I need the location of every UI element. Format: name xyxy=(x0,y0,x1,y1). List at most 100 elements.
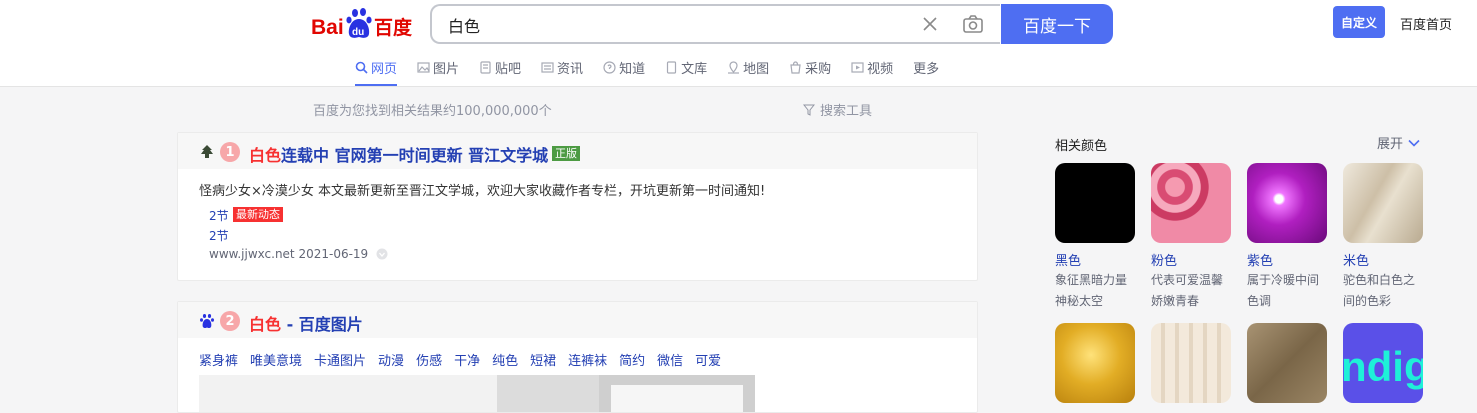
indigo-text-graphic: ndig xyxy=(1343,343,1423,390)
search-result-card: 2 白色 - 百度图片 紧身裤 唯美意境 卡通图片 动漫 伤感 干净 纯色 短裙… xyxy=(177,301,978,413)
tab-news[interactable]: 资讯 xyxy=(541,52,583,82)
video-icon xyxy=(851,61,864,73)
official-badge: 正版 xyxy=(552,146,580,161)
tab-label: 图片 xyxy=(433,61,460,77)
color-swatch-pink[interactable] xyxy=(1151,163,1231,243)
color-description: 代表可爱温馨娇嫩青春 xyxy=(1151,273,1224,308)
image-tag[interactable]: 纯色 xyxy=(492,350,518,369)
header-bar: Bai du 百度 百度一下 自定义 百度首页 网页 图片 xyxy=(0,0,1477,87)
tab-label: 贴吧 xyxy=(495,61,522,77)
image-tag[interactable]: 卡通图片 xyxy=(314,350,366,369)
result-rank-badge: 1 xyxy=(220,142,240,162)
result-description: 怪病少女×冷漠少女 本文最新更新至晋江文学城，欢迎大家收藏作者专栏，开坑更新第一… xyxy=(199,184,766,199)
shop-icon xyxy=(790,60,801,74)
result-header: 2 白色 - 百度图片 xyxy=(178,302,977,338)
color-name[interactable]: 黑色 xyxy=(1055,250,1081,269)
search-box xyxy=(430,4,1000,44)
tab-map[interactable]: 地图 xyxy=(727,52,769,82)
filter-icon xyxy=(803,104,815,116)
image-tag[interactable]: 微信 xyxy=(657,350,683,369)
tab-web[interactable]: 网页 xyxy=(355,52,398,86)
color-name[interactable]: 米色 xyxy=(1343,250,1369,269)
tieba-icon xyxy=(480,60,491,74)
shield-icon[interactable] xyxy=(376,248,388,260)
color-swatch-khaki[interactable] xyxy=(1247,323,1327,403)
color-name[interactable]: 紫色 xyxy=(1247,250,1273,269)
tab-images[interactable]: 图片 xyxy=(417,52,459,82)
tab-video[interactable]: 视频 xyxy=(851,52,893,82)
search-result-card: 1 白色连载中 官网第一时间更新 晋江文学城 正版 怪病少女×冷漠少女 本文最新… xyxy=(177,132,978,281)
logo-text-chinese: 百度 xyxy=(374,16,413,39)
image-icon xyxy=(417,61,430,73)
image-tag[interactable]: 短裙 xyxy=(530,350,556,369)
tab-label: 网页 xyxy=(371,61,398,77)
tab-label: 知道 xyxy=(619,61,646,77)
search-icon xyxy=(355,61,368,74)
search-tools-button[interactable]: 搜索工具 xyxy=(803,100,872,119)
color-swatch-gold[interactable] xyxy=(1055,323,1135,403)
tab-label: 资讯 xyxy=(557,61,584,77)
image-tag[interactable]: 动漫 xyxy=(378,350,404,369)
tab-shopping[interactable]: 采购 xyxy=(789,52,831,82)
expand-label: 展开 xyxy=(1377,137,1404,152)
site-favicon-icon xyxy=(201,145,213,158)
color-swatch-indigo[interactable]: ndig xyxy=(1343,323,1423,403)
map-icon xyxy=(728,60,740,74)
search-tools-label: 搜索工具 xyxy=(820,104,873,119)
color-swatch-black[interactable] xyxy=(1055,163,1135,243)
color-swatch-purple[interactable] xyxy=(1247,163,1327,243)
chevron-down-icon xyxy=(1408,139,1420,147)
result-url[interactable]: www.jjwxc.net 2021-06-19 xyxy=(209,247,388,261)
image-thumbnail-strip[interactable] xyxy=(199,375,755,412)
tab-label: 视频 xyxy=(867,61,894,77)
tab-wenku[interactable]: 文库 xyxy=(665,52,707,82)
latest-update-badge: 最新动态 xyxy=(233,207,283,222)
customize-button[interactable]: 自定义 xyxy=(1333,6,1385,38)
expand-button[interactable]: 展开 xyxy=(1377,133,1421,152)
baidu-paw-icon xyxy=(200,314,214,328)
image-tag[interactable]: 连裤袜 xyxy=(568,350,607,369)
tab-label: 更多 xyxy=(913,61,940,77)
svg-text:ndig: ndig xyxy=(1343,343,1423,390)
tab-label: 采购 xyxy=(805,61,832,77)
result-rank-badge: 2 xyxy=(220,311,240,331)
result-title-link[interactable]: 白色连载中 官网第一时间更新 晋江文学城 xyxy=(249,142,548,166)
tab-label: 地图 xyxy=(743,61,770,77)
result-title-link[interactable]: 白色 - 百度图片 xyxy=(249,311,363,335)
news-icon xyxy=(541,61,554,73)
baidu-logo[interactable]: Bai du 百度 xyxy=(311,7,415,41)
image-tag[interactable]: 唯美意境 xyxy=(250,350,302,369)
image-tag[interactable]: 伤感 xyxy=(416,350,442,369)
chapter-link[interactable]: 2节 xyxy=(209,207,229,224)
url-text: www.jjwxc.net 2021-06-19 xyxy=(209,247,369,261)
clear-icon[interactable] xyxy=(921,15,939,33)
doc-icon xyxy=(666,60,677,74)
image-tag[interactable]: 紧身裤 xyxy=(199,350,238,369)
nav-tabs: 网页 图片 贴吧 资讯 知道 文库 地图 采购 视频 更多 xyxy=(355,52,959,86)
chapter-link[interactable]: 2节 xyxy=(209,227,229,244)
question-icon xyxy=(603,60,616,74)
image-tag[interactable]: 干净 xyxy=(454,350,480,369)
image-tag-row: 紧身裤 唯美意境 卡通图片 动漫 伤感 干净 纯色 短裙 连裤袜 简约 微信 可… xyxy=(199,350,733,369)
color-description: 驼色和白色之间的色彩 xyxy=(1343,273,1416,308)
logo-text-du: du xyxy=(352,27,364,38)
color-description: 象征黑暗力量神秘太空 xyxy=(1055,273,1128,308)
title-text: 连载中 官网第一时间更新 晋江文学城 xyxy=(281,146,549,165)
color-swatch-cream[interactable] xyxy=(1151,323,1231,403)
result-header: 1 白色连载中 官网第一时间更新 晋江文学城 正版 xyxy=(178,133,977,169)
camera-icon[interactable] xyxy=(962,14,984,34)
tab-zhidao[interactable]: 知道 xyxy=(603,52,645,82)
color-name[interactable]: 粉色 xyxy=(1151,250,1177,269)
tab-label: 文库 xyxy=(681,61,708,77)
color-swatch-beige[interactable] xyxy=(1343,163,1423,243)
search-button[interactable]: 百度一下 xyxy=(1001,4,1113,44)
tab-tieba[interactable]: 贴吧 xyxy=(479,52,521,82)
related-colors-title: 相关颜色 xyxy=(1055,139,1108,154)
image-tag[interactable]: 简约 xyxy=(619,350,645,369)
tab-more[interactable]: 更多 xyxy=(913,52,939,82)
baidu-home-link[interactable]: 百度首页 xyxy=(1400,14,1452,33)
search-input[interactable] xyxy=(446,6,910,44)
title-text: - 百度图片 xyxy=(281,315,363,334)
image-tag[interactable]: 可爱 xyxy=(695,350,721,369)
result-count: 百度为您找到相关结果约100,000,000个 xyxy=(313,104,552,119)
